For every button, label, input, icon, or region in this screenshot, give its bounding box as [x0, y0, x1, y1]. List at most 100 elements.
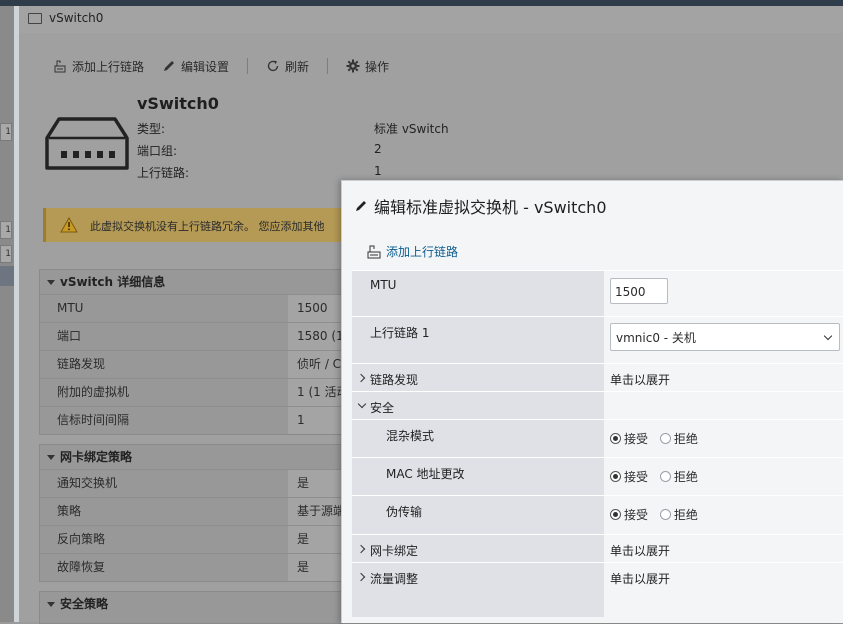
security-policy-header[interactable]: 安全策略 [40, 592, 342, 616]
forged-transmits-label: 伪传输 [386, 505, 423, 519]
uplink1-row: 上行链路 1 vmnic0 - 关机 [352, 316, 843, 363]
redundancy-warning: 此虚拟交换机没有上行链路冗余。 您应添加其他 [43, 208, 366, 242]
left-stub[interactable]: 1 [0, 123, 12, 141]
row-label: MTU [57, 301, 84, 315]
toolbar-separator [247, 58, 249, 74]
traffic-shaping-label: 流量调整 [370, 572, 419, 586]
row-label: 反向策略 [57, 532, 106, 546]
table-row: 端口 1580 (15 [40, 322, 351, 350]
warning-text: 此虚拟交换机没有上行链路冗余。 您应添加其他 [90, 220, 325, 233]
summary-uplinks-value: 1 [374, 164, 382, 178]
row-value: 是 [297, 560, 310, 574]
summary-uplinks-label: 上行链路: [137, 166, 190, 180]
gear-icon [346, 59, 360, 73]
traffic-shaping-value: 单击以展开 [610, 572, 671, 586]
promiscuous-radio-group: 接受 拒绝 [610, 430, 706, 447]
security-policy-panel: 安全策略 [39, 591, 343, 624]
row-value: 1 [297, 413, 305, 427]
nic-teaming-value: 单击以展开 [610, 544, 671, 558]
promiscuous-accept-radio[interactable]: 接受 [610, 430, 648, 447]
refresh-icon [267, 60, 279, 72]
pencil-icon [164, 61, 175, 71]
promiscuous-row: 混杂模式 接受 拒绝 [352, 419, 843, 457]
mtu-label: MTU [370, 278, 397, 292]
table-row: 反向策略 是 [40, 525, 342, 553]
nic-teaming-row[interactable]: 网卡绑定 单击以展开 [352, 534, 843, 562]
mac-change-radio-group: 接受 拒绝 [610, 468, 706, 485]
mac-change-accept-radio[interactable]: 接受 [610, 468, 648, 485]
security-label: 安全 [370, 401, 395, 415]
row-label: 端口 [57, 329, 82, 343]
table-row: 通知交换机 是 [40, 469, 342, 497]
settings-grid: MTU 1500 上行链路 1 vmnic0 - 关机 链路发现 单击以展开 安… [352, 270, 843, 617]
left-stub[interactable]: 1 [0, 221, 12, 239]
row-value: 基于源端 [297, 504, 346, 518]
uplink1-value: vmnic0 - 关机 [616, 331, 696, 345]
actions-button[interactable]: 操作 [346, 58, 389, 75]
toolbar: 添加上行链路 编辑设置 刷新 操作 [53, 55, 407, 77]
left-selection-marker [0, 266, 14, 286]
row-value: 侦听 / C [297, 357, 342, 371]
security-row[interactable]: 安全 [352, 391, 843, 419]
link-discovery-label: 链路发现 [370, 373, 419, 387]
row-value: 是 [297, 476, 310, 490]
vswitch-details-panel: vSwitch 详细信息 MTU 1500 端口 1580 (15 链路发现 侦听 /… [39, 269, 351, 435]
add-uplink-button[interactable]: 添加上行链路 [53, 58, 144, 75]
mac-change-row: MAC 地址更改 接受 拒绝 [352, 457, 843, 495]
traffic-shaping-row[interactable]: 流量调整 单击以展开 [352, 562, 843, 590]
dialog-add-uplink-link[interactable]: 添加上行链路 [366, 243, 458, 260]
switch-small-icon [28, 13, 42, 24]
row-value: 1500 [297, 301, 328, 315]
edit-settings-label: 编辑设置 [181, 59, 230, 74]
mtu-input[interactable]: 1500 [610, 278, 668, 304]
table-row: 附加的虚拟机 1 (1 活动 [40, 378, 349, 406]
row-label: 信标时间间隔 [57, 413, 130, 427]
warning-icon [60, 217, 78, 233]
mac-change-reject-radio[interactable]: 拒绝 [659, 468, 698, 485]
link-discovery-row[interactable]: 链路发现 单击以展开 [352, 363, 843, 391]
switch-name-heading: vSwitch0 [137, 94, 219, 113]
promiscuous-label: 混杂模式 [386, 429, 435, 443]
chevron-down-icon [823, 331, 833, 341]
table-row: 链路发现 侦听 / C [40, 350, 342, 378]
edit-settings-button[interactable]: 编辑设置 [162, 58, 229, 75]
nic-teaming-label: 网卡绑定 [370, 544, 419, 558]
dialog-left-column-tail [352, 590, 843, 617]
mtu-row: MTU 1500 [352, 270, 843, 316]
window-title: vSwitch0 [49, 11, 104, 25]
forged-accept-radio[interactable]: 接受 [610, 506, 648, 523]
forged-transmits-row: 伪传输 接受 拒绝 [352, 495, 843, 534]
title-bar: vSwitch0 [19, 6, 843, 33]
summary-type-value: 标准 vSwitch [374, 122, 449, 136]
forged-reject-radio[interactable]: 拒绝 [659, 506, 698, 523]
edit-vswitch-dialog: 编辑标准虚拟交换机 - vSwitch0 添加上行链路 MTU 1500 上行链… [341, 180, 843, 623]
dialog-title: 编辑标准虚拟交换机 - vSwitch0 [354, 194, 607, 218]
left-stub[interactable]: 1 [0, 245, 12, 263]
refresh-label: 刷新 [285, 59, 310, 74]
summary-portgroups-label: 端口组: [137, 144, 178, 158]
table-row: MTU 1500 [40, 294, 342, 322]
mac-change-label: MAC 地址更改 [386, 467, 465, 481]
vswitch-details-header[interactable]: vSwitch 详细信息 [40, 270, 342, 294]
promiscuous-reject-radio[interactable]: 拒绝 [659, 430, 698, 447]
uplink-icon [367, 245, 381, 258]
row-label: 策略 [57, 504, 82, 518]
table-row: 信标时间间隔 1 [40, 406, 342, 434]
vswitch-icon [45, 117, 129, 170]
row-label: 链路发现 [57, 357, 106, 371]
dialog-add-uplink-label: 添加上行链路 [386, 245, 459, 259]
row-label: 通知交换机 [57, 476, 118, 490]
uplink1-select[interactable]: vmnic0 - 关机 [610, 323, 840, 351]
table-row: 策略 基于源端 [40, 497, 346, 525]
link-discovery-value: 单击以展开 [610, 373, 671, 387]
row-label: 附加的虚拟机 [57, 385, 130, 399]
refresh-button[interactable]: 刷新 [266, 58, 309, 75]
toolbar-separator [327, 58, 329, 74]
uplink1-label: 上行链路 1 [370, 326, 430, 340]
add-uplink-label: 添加上行链路 [72, 59, 145, 74]
table-row: 故障恢复 是 [40, 553, 342, 581]
nic-teaming-header[interactable]: 网卡绑定策略 [40, 445, 342, 469]
actions-label: 操作 [365, 59, 390, 74]
row-value: 是 [297, 532, 310, 546]
summary-type-label: 类型: [137, 122, 166, 136]
